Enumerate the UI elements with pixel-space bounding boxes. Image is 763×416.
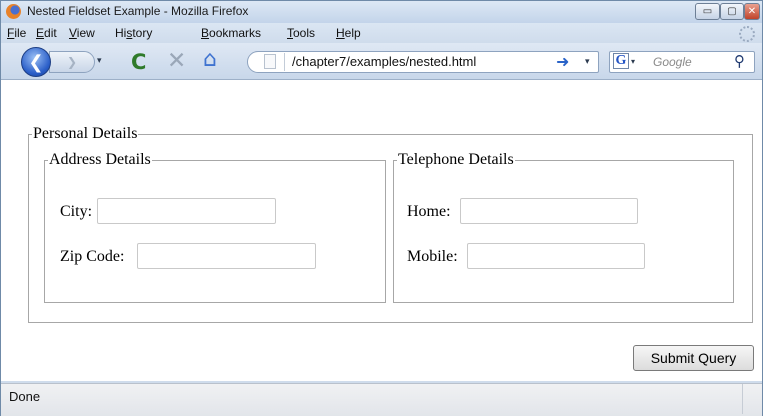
home-phone-label: Home: (407, 203, 451, 220)
status-divider (742, 384, 743, 414)
menu-bookmarks[interactable]: Bookmarks (201, 26, 261, 40)
throbber-icon (739, 26, 755, 42)
search-engine-dropdown-icon[interactable]: ▾ (631, 57, 635, 66)
zip-code-input[interactable] (137, 243, 316, 269)
home-icon[interactable]: ⌂ (203, 49, 217, 71)
firefox-logo-icon (6, 4, 21, 19)
reload-icon[interactable]: C (131, 51, 146, 73)
url-input[interactable]: /chapter7/examples/nested.html (292, 54, 476, 69)
close-button[interactable]: ✕ (744, 3, 760, 20)
search-input[interactable]: Google (653, 55, 692, 69)
forward-arrow-icon: ❯ (66, 55, 78, 69)
city-input[interactable] (97, 198, 276, 224)
go-arrow-icon[interactable]: ➜ (556, 52, 569, 71)
page-icon (264, 54, 276, 69)
menu-history[interactable]: History (115, 26, 152, 40)
minimize-button[interactable]: ▭ (695, 3, 720, 20)
maximize-button[interactable]: ▢ (720, 3, 744, 20)
home-phone-input[interactable] (460, 198, 638, 224)
menu-tools[interactable]: Tools (287, 26, 315, 40)
google-engine-icon[interactable]: G (613, 53, 629, 69)
status-bar (1, 383, 762, 416)
personal-details-legend: Personal Details (33, 125, 138, 142)
search-magnifier-icon[interactable]: ⚲ (734, 52, 745, 70)
mobile-phone-label: Mobile: (407, 248, 458, 265)
menu-edit[interactable]: Edit (36, 26, 57, 40)
menu-help[interactable]: Help (336, 26, 361, 40)
submit-query-button[interactable]: Submit Query (633, 345, 754, 371)
back-arrow-icon: ❮ (28, 51, 44, 73)
city-label: City: (60, 203, 93, 220)
address-details-fieldset: Address Details (44, 151, 386, 303)
menu-bar: File Edit View History Bookmarks Tools H… (1, 23, 762, 43)
browser-window: Nested Fieldset Example - Mozilla Firefo… (0, 0, 763, 416)
menu-file[interactable]: File (7, 26, 26, 40)
url-dropdown-icon[interactable]: ▾ (585, 57, 590, 67)
url-divider (284, 53, 285, 71)
history-dropdown-icon[interactable]: ▾ (97, 56, 102, 66)
telephone-details-legend: Telephone Details (398, 151, 514, 168)
title-bar: Nested Fieldset Example - Mozilla Firefo… (1, 1, 762, 23)
forward-button[interactable]: ❯ (49, 51, 95, 73)
telephone-details-fieldset: Telephone Details (393, 151, 734, 303)
menu-view[interactable]: View (69, 26, 95, 40)
window-title: Nested Fieldset Example - Mozilla Firefo… (27, 4, 249, 18)
zip-code-label: Zip Code: (60, 248, 125, 265)
back-button[interactable]: ❮ (21, 47, 51, 77)
address-details-legend: Address Details (49, 151, 151, 168)
stop-icon[interactable]: ✕ (167, 50, 186, 73)
status-text: Done (9, 389, 41, 404)
mobile-phone-input[interactable] (467, 243, 645, 269)
